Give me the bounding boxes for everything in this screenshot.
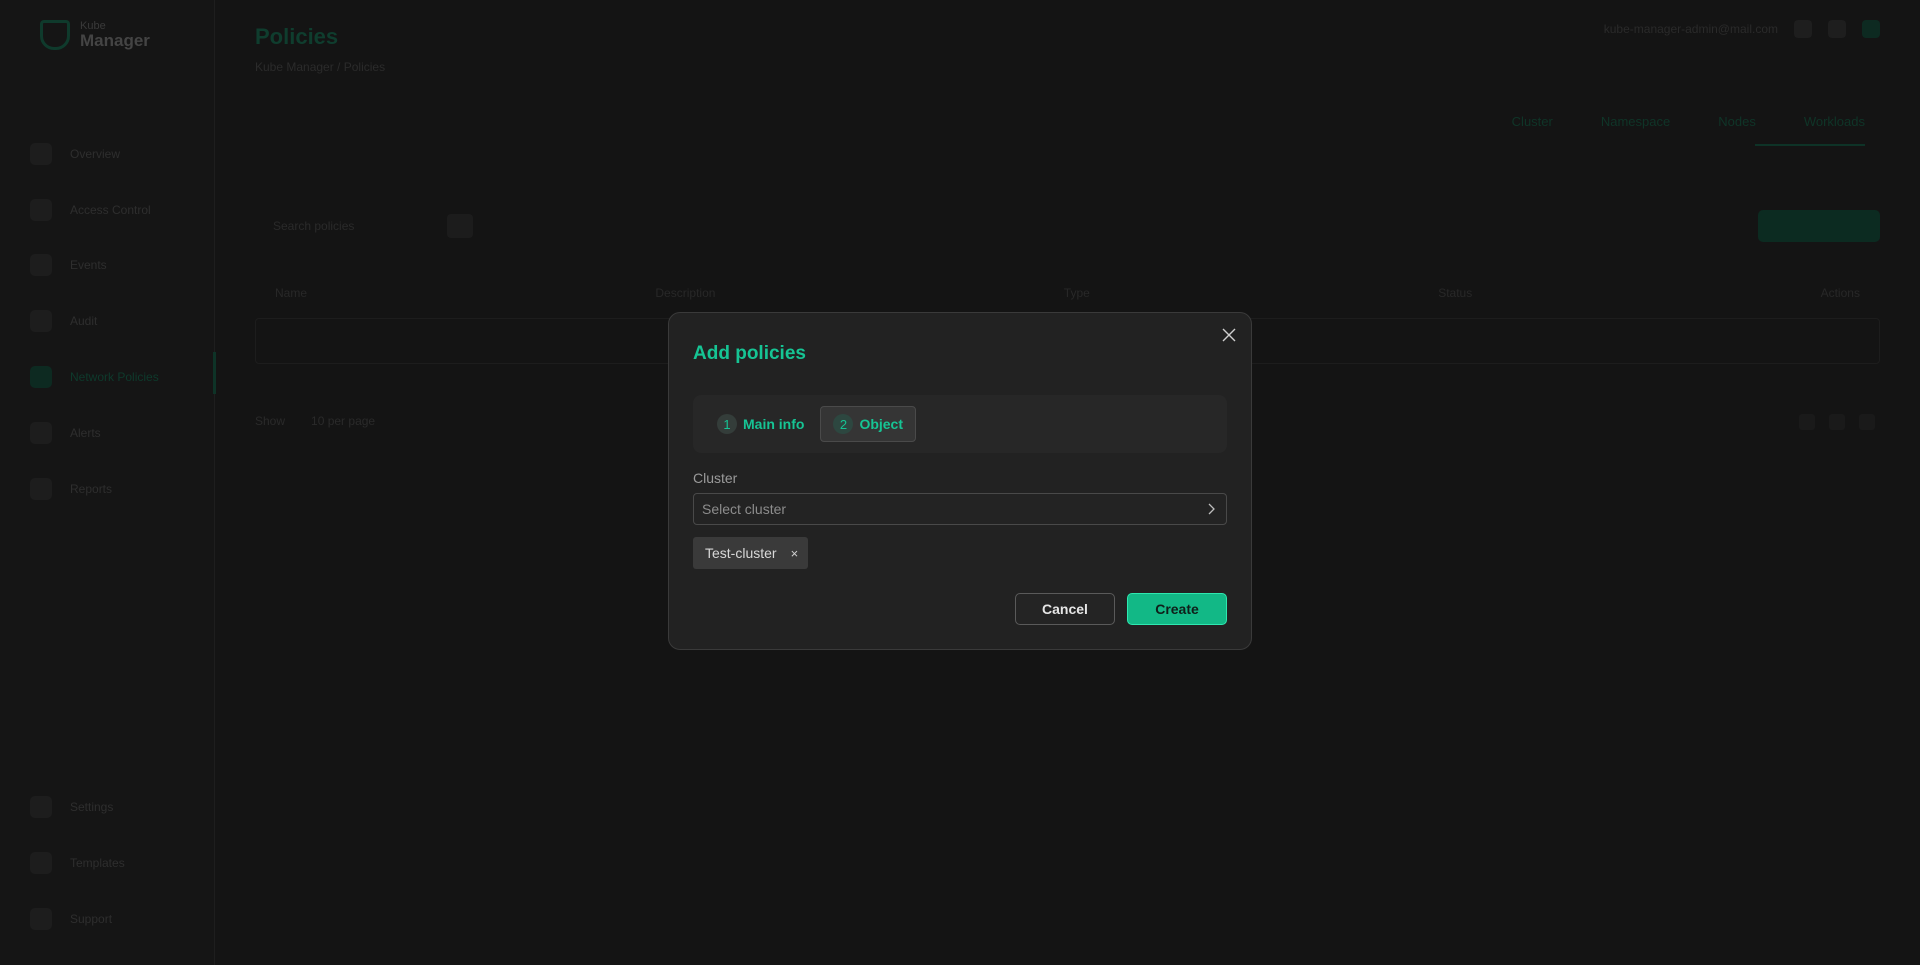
sidebar-item-access-control[interactable]: Access Control [30,199,151,221]
filter-icon[interactable] [447,214,473,238]
cluster-select-placeholder: Select cluster [702,501,787,517]
page-title: Policies [255,24,339,49]
stepper: 1 Main info 2 Object [693,395,1227,453]
nav-icon [30,796,52,818]
user-email: kube-manager-admin@mail.com [1603,22,1778,36]
cluster-label: Cluster [693,470,738,486]
sidebar-item-events[interactable]: Events [30,254,107,276]
cluster-select[interactable]: Select cluster [693,493,1227,525]
nav-icon [30,852,52,874]
logo-text-big: Manager [80,31,150,51]
cancel-button[interactable]: Cancel [1015,593,1115,625]
toolbar: Search policies [255,210,1880,242]
step-number: 1 [717,414,737,434]
create-button[interactable]: Create [1127,593,1227,625]
sidebar-item-audit[interactable]: Audit [30,310,97,332]
close-button[interactable] [1217,323,1241,347]
step-label: Object [859,416,904,432]
prev-page-icon[interactable] [1799,414,1815,430]
add-policy-button[interactable] [1758,210,1880,242]
nav-icon [30,310,52,332]
table-header: Name Description Type Status Actions [275,286,1860,300]
tab-workloads[interactable]: Workloads [1804,114,1865,129]
sidebar-active-indicator [213,352,216,394]
chevron-right-icon [1208,503,1215,515]
top-bar: kube-manager-admin@mail.com [1604,20,1880,38]
next-page-icon[interactable] [1859,414,1875,430]
logo-icon [40,20,70,51]
nav-icon [30,254,52,276]
tab-nodes[interactable]: Nodes [1718,114,1756,129]
sidebar-item-templates[interactable]: Templates [30,852,125,874]
sidebar-item-overview[interactable]: Overview [30,143,120,165]
tab-cluster[interactable]: Cluster [1512,114,1553,129]
sidebar-item-reports[interactable]: Reports [30,478,112,500]
sidebar-item-settings[interactable]: Settings [30,796,113,818]
sidebar-item-support[interactable]: Support [30,908,112,930]
notification-icon[interactable] [1794,20,1812,38]
nav-icon [30,908,52,930]
nav-icon [30,422,52,444]
tabs: Cluster Namespace Nodes Workloads [1512,114,1865,146]
selected-cluster-tag: Test-cluster × [693,537,809,569]
modal-title: Add policies [693,343,806,364]
step-number: 2 [833,414,854,434]
step-object[interactable]: 2 Object [820,406,917,442]
sidebar-item-network-policies[interactable]: Network Policies [30,366,159,388]
pagination: Show 10 per page [255,414,376,428]
app-logo: Kube Manager [40,20,150,51]
tag-label: Test-cluster [705,545,777,561]
step-label: Main info [743,416,805,432]
nav-icon [30,478,52,500]
nav-icon [30,143,52,165]
breadcrumb: Kube Manager / Policies [255,60,386,74]
sidebar-item-alerts[interactable]: Alerts [30,422,101,444]
avatar[interactable] [1862,20,1880,38]
settings-icon[interactable] [1828,20,1846,38]
page-number[interactable] [1829,414,1845,430]
nav-icon [30,366,52,388]
pagination-controls [1799,414,1875,430]
sidebar: Kube Manager Overview Access Control Eve… [0,0,215,965]
tab-namespace[interactable]: Namespace [1601,114,1670,129]
page-size-select[interactable]: 10 per page [311,414,375,428]
close-icon [1222,328,1236,342]
remove-tag-icon[interactable]: × [791,547,799,560]
search-input[interactable]: Search policies [263,214,433,238]
add-policies-modal: Add policies 1 Main info 2 Object Cluste… [668,312,1252,650]
nav-icon [30,199,52,221]
step-main-info[interactable]: 1 Main info [705,406,816,442]
tab-underline [1755,144,1865,146]
